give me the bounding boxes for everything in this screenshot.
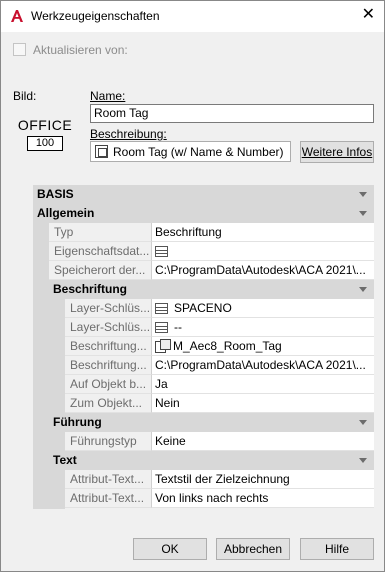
property-row[interactable]: Speicherort der... C:\ProgramData\Autode…: [33, 261, 374, 280]
category-fuehrung[interactable]: Führung: [49, 413, 374, 432]
property-name: Layer-Schlüs...: [65, 318, 152, 337]
update-from-label: Aktualisieren von:: [33, 43, 128, 57]
property-row[interactable]: Führungstyp Keine: [33, 432, 374, 451]
property-name: Attribut-Text...: [65, 470, 152, 489]
property-value: Textstil der Zielzeichnung: [152, 470, 374, 489]
category-beschriftung-label: Beschriftung: [53, 282, 128, 296]
property-value: Nein: [152, 394, 374, 413]
property-row[interactable]: Auf Objekt b... Ja: [33, 375, 374, 394]
close-icon[interactable]: ✕: [362, 7, 375, 23]
cancel-button[interactable]: Abbrechen: [216, 538, 290, 560]
property-value: SPACENO: [152, 299, 374, 318]
category-allgemein[interactable]: Allgemein: [33, 204, 374, 223]
property-row[interactable]: Zum Objekt... Nein: [33, 394, 374, 413]
preview-office-text: OFFICE: [17, 117, 73, 133]
property-value: M_Aec8_Room_Tag: [152, 337, 374, 356]
property-value-text: M_Aec8_Room_Tag: [173, 339, 282, 353]
collapse-arrow-icon[interactable]: [359, 287, 367, 292]
property-name: Auf Objekt b...: [65, 375, 152, 394]
property-name: Speicherort der...: [49, 261, 152, 280]
tag-block-icon[interactable]: [155, 339, 171, 353]
more-info-button[interactable]: Weitere Infos: [300, 141, 374, 163]
property-row[interactable]: Beschriftung... C:\ProgramData\Autodesk\…: [33, 356, 374, 375]
property-grid: BASIS Allgemein Typ Beschriftung Eigensc…: [33, 185, 374, 509]
collapse-arrow-icon[interactable]: [359, 192, 367, 197]
property-value: --: [152, 318, 374, 337]
category-text-label: Text: [53, 453, 77, 467]
property-value: C:\ProgramData\Autodesk\ACA 2021\...: [152, 356, 374, 375]
property-row[interactable]: Attribut-Text... Von links nach rechts: [33, 489, 374, 508]
property-value: Keine: [152, 432, 374, 451]
property-value-text: --: [174, 320, 182, 334]
property-name: Typ: [49, 223, 152, 242]
category-basis[interactable]: BASIS: [33, 185, 374, 204]
category-allgemein-label: Allgemein: [37, 206, 95, 220]
description-text: Room Tag (w/ Name & Number): [113, 145, 284, 159]
help-button[interactable]: Hilfe: [300, 538, 374, 560]
property-row[interactable]: Attribut-Text... Textstil der Zielzeichn…: [33, 470, 374, 489]
image-label: Bild:: [13, 89, 37, 103]
window-title: Werkzeugeigenschaften: [31, 9, 160, 23]
property-name: Führungstyp: [65, 432, 152, 451]
property-row[interactable]: Typ Beschriftung: [33, 223, 374, 242]
property-name: Eigenschaftsdat...: [49, 242, 152, 261]
collapse-arrow-icon[interactable]: [359, 211, 367, 216]
property-value: Ja: [152, 375, 374, 394]
property-name: Beschriftung...: [65, 337, 152, 356]
table-icon[interactable]: [155, 303, 168, 314]
property-value-text: SPACENO: [174, 301, 232, 315]
description-icon: [95, 145, 108, 158]
ok-button[interactable]: OK: [133, 538, 207, 560]
property-value: Beschriftung: [152, 223, 374, 242]
category-beschriftung[interactable]: Beschriftung: [49, 280, 374, 299]
autocad-a-icon: [11, 10, 23, 22]
property-value: [152, 242, 374, 261]
description-label: Beschreibung:: [90, 127, 167, 141]
property-name: Beschriftung...: [65, 356, 152, 375]
property-value: Von links nach rechts: [152, 489, 374, 508]
table-icon[interactable]: [155, 246, 168, 257]
category-text[interactable]: Text: [49, 451, 374, 470]
category-basis-label: BASIS: [37, 187, 74, 201]
collapse-arrow-icon[interactable]: [359, 458, 367, 463]
property-name: Attribut-Text...: [65, 489, 152, 508]
property-row[interactable]: Layer-Schlüs... SPACENO: [33, 299, 374, 318]
property-name: Zum Objekt...: [65, 394, 152, 413]
property-value: C:\ProgramData\Autodesk\ACA 2021\...: [152, 261, 374, 280]
category-fuehrung-label: Führung: [53, 415, 102, 429]
update-from-checkbox[interactable]: [13, 43, 26, 56]
tool-properties-dialog: Werkzeugeigenschaften ✕ Aktualisieren vo…: [0, 0, 385, 572]
property-row[interactable]: Layer-Schlüs... --: [33, 318, 374, 337]
title-bar: Werkzeugeigenschaften ✕: [1, 1, 384, 32]
name-label: Name:: [90, 89, 126, 103]
table-icon[interactable]: [155, 322, 168, 333]
description-field[interactable]: Room Tag (w/ Name & Number): [90, 141, 291, 162]
tag-preview-image: OFFICE 100: [17, 117, 73, 153]
property-row[interactable]: Eigenschaftsdat...: [33, 242, 374, 261]
property-row[interactable]: Beschriftung... M_Aec8_Room_Tag: [33, 337, 374, 356]
collapse-arrow-icon[interactable]: [359, 420, 367, 425]
name-field[interactable]: Room Tag: [90, 104, 374, 123]
property-name: Layer-Schlüs...: [65, 299, 152, 318]
more-info-label: Weitere Infos: [301, 145, 373, 159]
preview-number-box: 100: [27, 136, 63, 151]
